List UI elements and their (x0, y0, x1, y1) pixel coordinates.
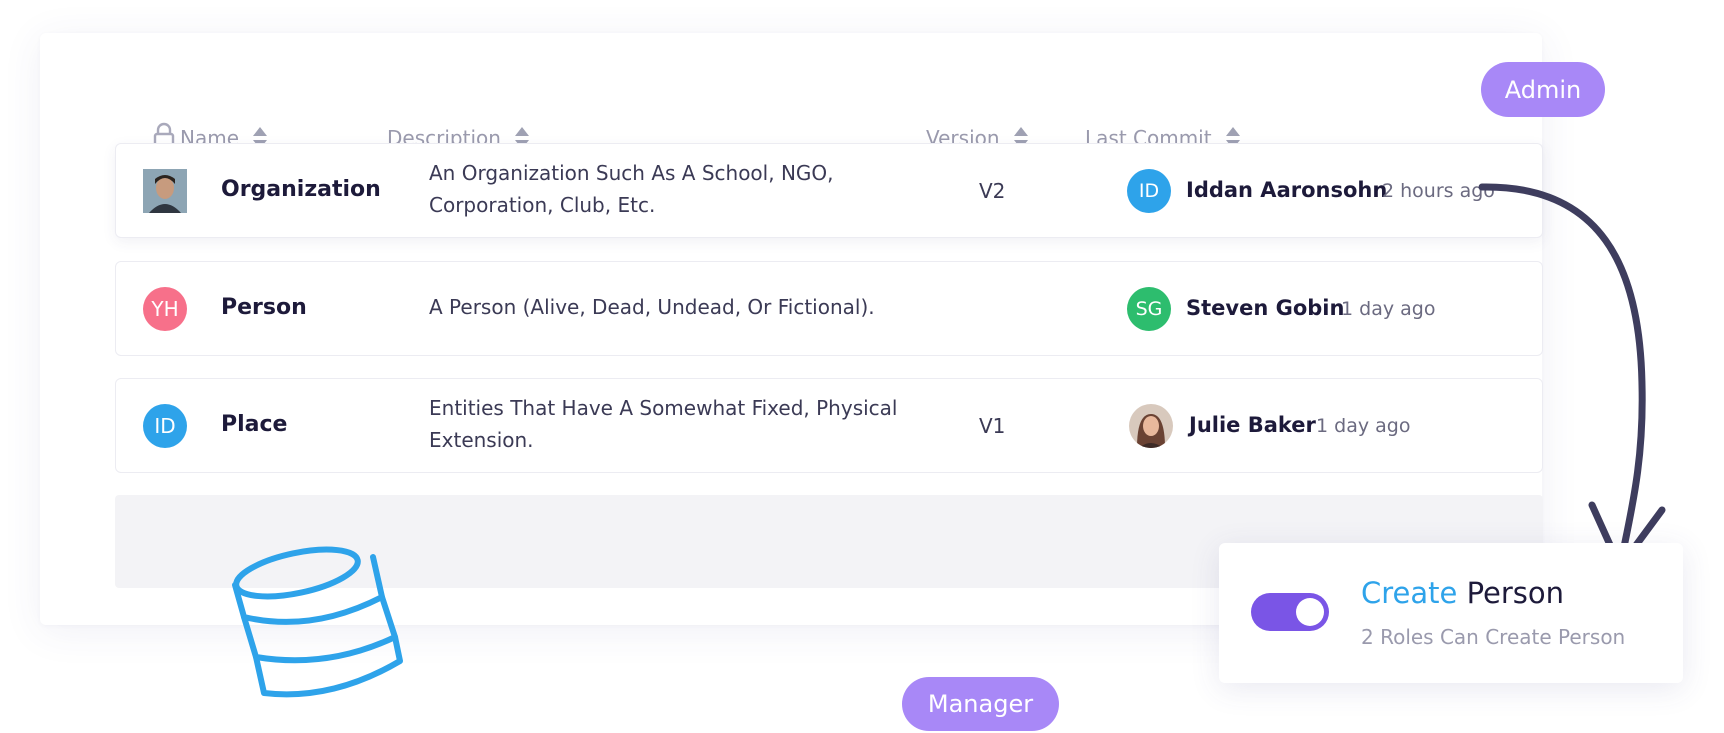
entity-avatar: YH (143, 287, 187, 331)
create-permission-toggle[interactable] (1251, 593, 1329, 631)
table-row[interactable]: Organization An Organization Such As A S… (115, 143, 1543, 238)
table-row[interactable]: YH Person A Person (Alive, Dead, Undead,… (115, 261, 1543, 356)
entity-description: Entities That Have A Somewhat Fixed, Phy… (429, 396, 898, 452)
curved-arrow-icon (1478, 183, 1666, 571)
committer-name[interactable]: Steven Gobin (1186, 296, 1344, 320)
committer-avatar: SG (1127, 287, 1171, 331)
entity-avatar: ID (143, 404, 187, 448)
entity-name[interactable]: Organization (221, 177, 381, 202)
entity-version: V2 (979, 179, 1006, 203)
database-icon (232, 546, 403, 698)
committer-avatar: ID (1127, 169, 1171, 213)
entity-name[interactable]: Person (221, 295, 307, 320)
committer-avatar-photo (1129, 404, 1173, 448)
entity-description: A Person (Alive, Dead, Undead, Or Fictio… (429, 295, 875, 319)
manager-role-badge[interactable]: Manager (902, 677, 1059, 731)
committer-name[interactable]: Iddan Aaronsohn (1186, 178, 1387, 202)
person-photo-icon (1129, 404, 1173, 448)
admin-role-badge[interactable]: Admin (1481, 62, 1605, 117)
permission-subtitle: 2 Roles Can Create Person (1361, 625, 1626, 649)
permission-title-action: Create (1361, 576, 1458, 610)
toggle-knob (1296, 598, 1324, 626)
permission-title-entity: Person (1457, 576, 1565, 610)
entity-name[interactable]: Place (221, 412, 287, 437)
commit-time: 1 day ago (1341, 298, 1436, 320)
permission-title: Create Person (1361, 576, 1564, 610)
person-photo-icon (143, 169, 187, 213)
entity-version: V1 (979, 414, 1006, 438)
create-permission-card: Create Person 2 Roles Can Create Person (1219, 543, 1683, 683)
table-row[interactable]: ID Place Entities That Have A Somewhat F… (115, 378, 1543, 473)
entity-avatar-photo (143, 169, 187, 213)
committer-name[interactable]: Julie Baker (1189, 413, 1316, 437)
commit-time: 1 day ago (1316, 415, 1411, 437)
entity-description: An Organization Such As A School, NGO, C… (429, 161, 834, 217)
